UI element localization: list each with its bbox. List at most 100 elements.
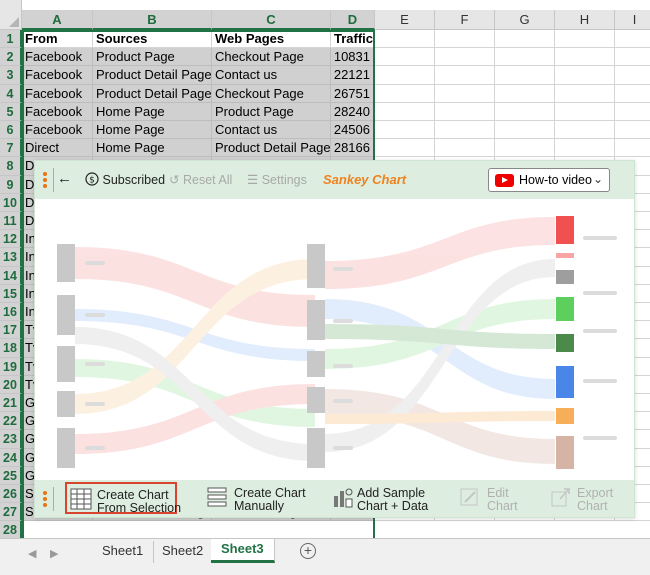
column-header[interactable]: I [615, 10, 650, 30]
tab-prev-icon[interactable]: ◀ [28, 547, 36, 560]
sheet-cell[interactable] [435, 66, 495, 85]
sheet-cell[interactable]: Contact us [212, 121, 331, 140]
sheet-cell[interactable]: Home Page [93, 139, 212, 158]
row-header[interactable]: 5 [0, 102, 22, 121]
column-header[interactable]: G [495, 10, 555, 30]
row-header[interactable]: 17 [0, 321, 22, 340]
sheet-cell[interactable]: 26751 [331, 84, 375, 103]
sheet-cell[interactable]: Product Detail Page [93, 66, 212, 85]
sheet-cell[interactable] [555, 66, 615, 85]
sheet-cell[interactable]: Product Page [212, 102, 331, 121]
row-header[interactable]: 19 [0, 357, 22, 376]
sheet-cell[interactable]: 28166 [331, 139, 375, 158]
sheet-cell[interactable]: Checkout Page [212, 48, 331, 67]
sheet-cell[interactable]: Facebook [22, 84, 93, 103]
add-sample-chart-button[interactable]: Add Sample Chart + Data [332, 482, 432, 514]
export-chart-button[interactable]: Export Chart [550, 482, 630, 514]
sheet-cell[interactable]: Facebook [22, 121, 93, 140]
sheet-cell[interactable]: Home Page [93, 102, 212, 121]
row-header[interactable]: 13 [0, 248, 22, 267]
back-button[interactable]: ← [57, 170, 72, 187]
row-header[interactable]: 11 [0, 212, 22, 231]
sheet-cell[interactable] [555, 102, 615, 121]
sheet-cell[interactable] [615, 103, 650, 121]
sheet-cell[interactable] [615, 121, 650, 140]
sheet-cell[interactable]: Facebook [22, 48, 93, 67]
add-sheet-icon[interactable]: + [300, 543, 316, 559]
sheet-cell[interactable] [615, 66, 650, 85]
sheet-cell[interactable] [495, 139, 555, 158]
sheet-cell[interactable]: 22121 [331, 66, 375, 85]
sheet-cell[interactable]: From [22, 30, 93, 49]
sheet-cell[interactable] [375, 66, 435, 85]
row-header[interactable]: 12 [0, 230, 22, 249]
sheet-cell[interactable]: Web Pages [212, 30, 331, 49]
sheet-cell[interactable] [555, 139, 615, 158]
row-header[interactable]: 26 [0, 485, 22, 504]
row-header[interactable]: 25 [0, 466, 22, 485]
column-header[interactable]: B [93, 10, 212, 30]
column-header[interactable]: F [435, 10, 495, 30]
column-header[interactable]: A [22, 10, 93, 30]
sheet-cell[interactable] [375, 30, 435, 49]
sheet-cell[interactable] [555, 48, 615, 67]
sheet-cell[interactable] [375, 121, 435, 140]
reset-all-button[interactable]: ↺ Reset All [169, 172, 232, 187]
column-header[interactable]: C [212, 10, 331, 30]
tab-sheet3[interactable]: Sheet3 [211, 539, 275, 563]
sheet-cell[interactable] [435, 121, 495, 140]
row-header[interactable]: 28 [0, 521, 22, 540]
sheet-cell[interactable]: Direct [22, 139, 93, 158]
create-chart-from-selection-button[interactable]: Create Chart From Selection [65, 482, 181, 515]
column-header[interactable]: E [375, 10, 435, 30]
sheet-cell[interactable] [495, 66, 555, 85]
row-header[interactable]: 1 [0, 30, 22, 49]
row-header[interactable]: 24 [0, 448, 22, 467]
row-header[interactable]: 2 [0, 48, 22, 67]
row-header[interactable]: 7 [0, 139, 22, 158]
sheet-cell[interactable] [435, 48, 495, 67]
tab-sheet2[interactable]: Sheet2 [152, 541, 215, 563]
settings-button[interactable]: ☰ Settings [247, 172, 307, 187]
row-header[interactable]: 27 [0, 503, 22, 522]
sheet-cell[interactable] [615, 30, 650, 49]
row-header[interactable]: 14 [0, 266, 22, 285]
sheet-cell[interactable] [495, 48, 555, 67]
row-header[interactable]: 15 [0, 284, 22, 303]
row-header[interactable]: 10 [0, 193, 22, 212]
howto-video-dropdown[interactable]: How-to video ⌄ [488, 168, 610, 192]
drag-handle-icon[interactable] [43, 491, 47, 509]
row-header[interactable]: 23 [0, 430, 22, 449]
sheet-cell[interactable]: Traffic [331, 30, 375, 49]
sheet-cell[interactable] [615, 48, 650, 67]
sheet-cell[interactable] [375, 84, 435, 103]
row-header[interactable]: 18 [0, 339, 22, 358]
sheet-cell[interactable] [495, 102, 555, 121]
sheet-cell[interactable]: 10831 [331, 48, 375, 67]
row-header[interactable]: 16 [0, 303, 22, 322]
row-header[interactable]: 3 [0, 66, 22, 85]
sheet-cell[interactable]: Checkout Page [212, 84, 331, 103]
select-all-corner[interactable] [0, 0, 22, 30]
sheet-cell[interactable]: 24506 [331, 121, 375, 140]
sheet-cell[interactable] [375, 48, 435, 67]
sheet-cell[interactable] [615, 139, 650, 158]
sheet-cell[interactable] [435, 139, 495, 158]
row-header[interactable]: 22 [0, 412, 22, 431]
sheet-cell[interactable] [435, 102, 495, 121]
sheet-cell[interactable]: Product Detail Page [212, 139, 331, 158]
row-header[interactable]: 9 [0, 175, 22, 194]
column-header[interactable]: D [331, 10, 375, 30]
sheet-cell[interactable]: Facebook [22, 102, 93, 121]
sheet-cell[interactable]: 28240 [331, 102, 375, 121]
tab-next-icon[interactable]: ▶ [50, 547, 58, 560]
subscribed-button[interactable]: $ Subscribed [85, 172, 165, 187]
sheet-cell[interactable]: Contact us [212, 66, 331, 85]
sheet-cell[interactable] [495, 30, 555, 49]
sheet-cell[interactable] [555, 30, 615, 49]
column-header[interactable]: H [555, 10, 615, 30]
row-header[interactable]: 21 [0, 394, 22, 413]
row-header[interactable]: 20 [0, 375, 22, 394]
sheet-cell[interactable] [435, 30, 495, 49]
tab-sheet1[interactable]: Sheet1 [92, 541, 155, 563]
